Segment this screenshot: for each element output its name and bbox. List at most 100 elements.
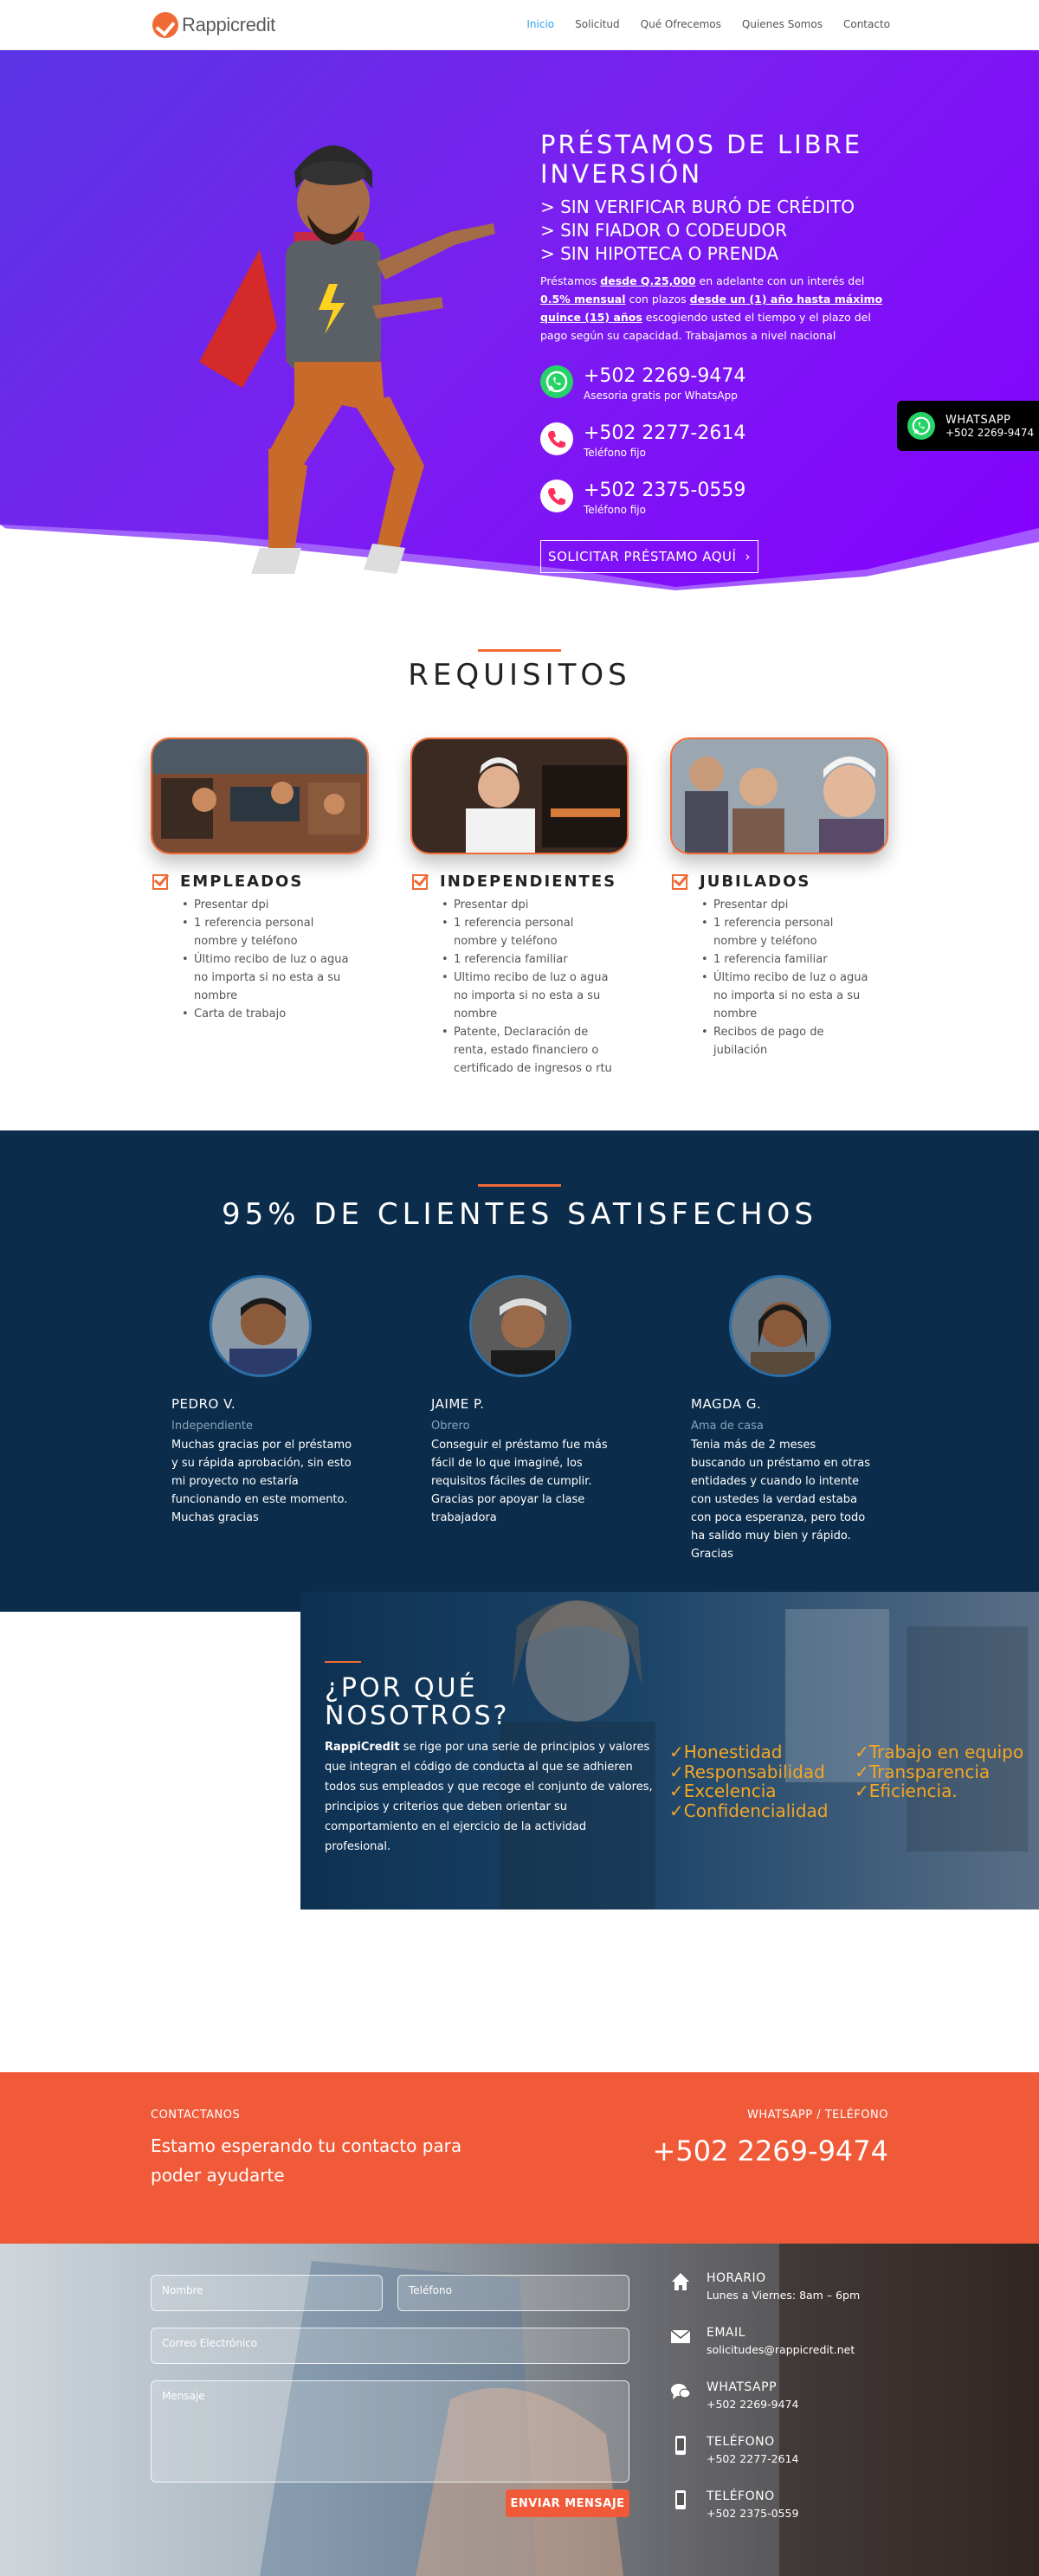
list-item: Presentar dpi <box>173 896 360 914</box>
contact-band-phone[interactable]: +502 2269-9474 <box>653 2135 888 2167</box>
why-us-text: RappiCredit se rige por una serie de pri… <box>325 1741 653 1853</box>
list-item: 1 referencia personal nombre y teléfono <box>433 914 620 950</box>
message-textarea[interactable]: Mensaje <box>151 2380 629 2483</box>
testimonials-title: 95% DE CLIENTES SATISFECHOS <box>221 1197 817 1232</box>
logo-check-icon <box>152 12 178 38</box>
whatsapp-floating-button[interactable]: WHATSAPP +502 2269-9474 <box>897 401 1039 451</box>
list-item: Ultimo recibo de luz o agua no importa s… <box>433 969 620 1023</box>
retirees-requirements-list: Presentar dpi 1 referencia personal nomb… <box>693 896 880 1059</box>
nav-item-solicitud[interactable]: Solicitud <box>575 18 620 30</box>
info-email[interactable]: EMAIL solicitudes@rappicredit.net <box>668 2324 855 2359</box>
request-loan-label: SOLICITAR PRÉSTAMO AQUÍ <box>548 549 737 564</box>
request-loan-button[interactable]: SOLICITAR PRÉSTAMO AQUÍ › <box>540 540 758 573</box>
list-item: ✓Excelencia <box>669 1781 777 1801</box>
list-item: 1 referencia personal nombre y teléfono <box>693 914 880 950</box>
phone-placeholder: Teléfono <box>409 2284 452 2296</box>
chat-icon <box>668 2379 693 2403</box>
testimonial-name: MAGDA G. <box>691 1396 762 1412</box>
name-placeholder: Nombre <box>162 2284 203 2296</box>
hero-bullet: > SIN FIADOR O CODEUDOR <box>540 220 788 241</box>
hero-bullet: > SIN VERIFICAR BURÓ DE CRÉDITO <box>540 196 855 217</box>
list-item: Presentar dpi <box>433 896 620 914</box>
testimonial-role: Independiente <box>171 1420 254 1433</box>
retirees-photo <box>670 737 888 854</box>
list-item: ✓Honestidad <box>669 1742 783 1762</box>
hero-contact-whatsapp[interactable]: +502 2269-9474 Asesoria gratis por WhatsA… <box>540 365 745 403</box>
list-item: ✓Confidencialidad <box>669 1800 829 1821</box>
list-item: 1 referencia familiar <box>693 950 880 969</box>
avatar <box>210 1275 312 1377</box>
values-list-2: ✓Trabajo en equipo ✓Transparencia ✓Efici… <box>855 1742 1023 1801</box>
contact-band-text: Estamo esperando tu contacto para poder … <box>151 2135 462 2186</box>
info-whatsapp[interactable]: WHATSAPP +502 2269-9474 <box>668 2379 798 2413</box>
info-title: EMAIL <box>707 2326 745 2340</box>
list-item: ✓Trabajo en equipo <box>855 1742 1024 1762</box>
checkbox-icon <box>152 873 168 890</box>
info-horario: HORARIO Lunes a Viernes: 8am – 6pm <box>668 2270 860 2304</box>
info-phone-1[interactable]: TELÉFONO +502 2277-2614 <box>668 2433 798 2468</box>
logo-text: Rappicredit <box>182 14 275 35</box>
hero-section: PRÉSTAMOS DE LIBRE INVERSIÓN > SIN VERIF… <box>0 50 1039 596</box>
testimonial-name: JAIME P. <box>431 1396 485 1412</box>
contact-number: +502 2269-9474 <box>584 365 746 387</box>
info-phone-2[interactable]: TELÉFONO +502 2375-0559 <box>668 2488 798 2522</box>
requisitos-title: REQUISITOS <box>408 658 631 692</box>
site-header: Rappicredit Inicio Solicitud Qué Ofrecem… <box>0 0 1039 50</box>
info-value: +502 2375-0559 <box>707 2507 799 2520</box>
phone-icon <box>540 480 573 512</box>
nav-item-quienes-somos[interactable]: Quienes Somos <box>742 18 823 30</box>
hero-bullets: > SIN VERIFICAR BURÓ DE CRÉDITO > SIN FI… <box>540 196 855 266</box>
list-item: Recibos de pago de jubilación <box>693 1023 880 1059</box>
testimonial-text: Conseguir el préstamo fue más fácil de l… <box>431 1439 608 1524</box>
avatar <box>469 1275 571 1377</box>
hero-contact-phone-1[interactable]: +502 2277-2614 Teléfono fijo <box>540 422 745 460</box>
requirement-retirees-heading: JUBILADOS <box>672 873 810 891</box>
testimonial-name: PEDRO V. <box>171 1396 236 1412</box>
send-message-button[interactable]: ENVIAR MENSAJE <box>506 2489 629 2517</box>
name-input[interactable]: Nombre <box>151 2275 383 2311</box>
contact-label: Teléfono fijo <box>584 447 646 459</box>
phone-input[interactable]: Teléfono <box>397 2275 629 2311</box>
contact-number: +502 2375-0559 <box>584 480 746 501</box>
contact-band-right-label: WHATSAPP / TELÉFONO <box>747 2109 888 2122</box>
hero-bullet: > SIN HIPOTECA O PRENDA <box>540 243 779 264</box>
email-placeholder: Correo Electrónico <box>162 2337 258 2349</box>
main-nav: Inicio Solicitud Qué Ofrecemos Quienes S… <box>526 18 890 30</box>
why-us-section: ¿POR QUÉ NOSOTROS? RappiCredit se rige po… <box>300 1592 1039 1909</box>
mobile-icon <box>668 2488 693 2512</box>
email-input[interactable]: Correo Electrónico <box>151 2328 629 2364</box>
whatsapp-icon <box>540 365 573 398</box>
list-item: ✓Eficiencia. <box>855 1781 958 1801</box>
why-us-title: ¿POR QUÉ NOSOTROS? <box>325 1673 510 1731</box>
values-list-1: ✓Honestidad ✓Responsabilidad ✓Excelencia… <box>669 1742 828 1820</box>
nav-item-contacto[interactable]: Contacto <box>843 18 890 30</box>
nav-item-inicio[interactable]: Inicio <box>526 18 554 30</box>
info-title: WHATSAPP <box>707 2380 778 2394</box>
list-item: Presentar dpi <box>693 896 880 914</box>
checkbox-icon <box>672 873 687 890</box>
list-item: 1 referencia familiar <box>433 950 620 969</box>
section-divider <box>478 1184 561 1187</box>
list-item: Último recibo de luz o agua no importa s… <box>173 950 360 1005</box>
hero-contact-phone-2[interactable]: +502 2375-0559 Teléfono fijo <box>540 480 745 518</box>
hero-superhero-image <box>199 145 495 574</box>
hero-title: PRÉSTAMOS DE LIBRE INVERSIÓN <box>540 130 863 189</box>
testimonial-role: Obrero <box>431 1420 470 1433</box>
independents-photo <box>410 737 629 854</box>
list-item: Carta de trabajo <box>173 1005 360 1023</box>
testimonial-text: Tenia más de 2 meses buscando un préstam… <box>691 1439 870 1561</box>
checkbox-icon <box>412 873 428 890</box>
info-value: solicitudes@rappicredit.net <box>707 2343 855 2356</box>
info-value: +502 2277-2614 <box>707 2452 799 2465</box>
list-item: Patente, Declaración de renta, estado fi… <box>433 1023 620 1078</box>
contact-band-label: CONTACTANOS <box>151 2109 241 2122</box>
employees-photo <box>151 737 369 854</box>
nav-item-que-ofrecemos[interactable]: Qué Ofrecemos <box>641 18 721 30</box>
whatsapp-float-title: WHATSAPP <box>945 413 1011 427</box>
list-item: 1 referencia personal nombre y teléfono <box>173 914 360 950</box>
chevron-right-icon: › <box>745 549 751 564</box>
contact-band: CONTACTANOS Estamo esperando tu contacto… <box>0 2072 1039 2244</box>
logo[interactable]: Rappicredit <box>152 11 275 39</box>
info-title: HORARIO <box>707 2271 766 2285</box>
contact-label: Teléfono fijo <box>584 504 646 516</box>
